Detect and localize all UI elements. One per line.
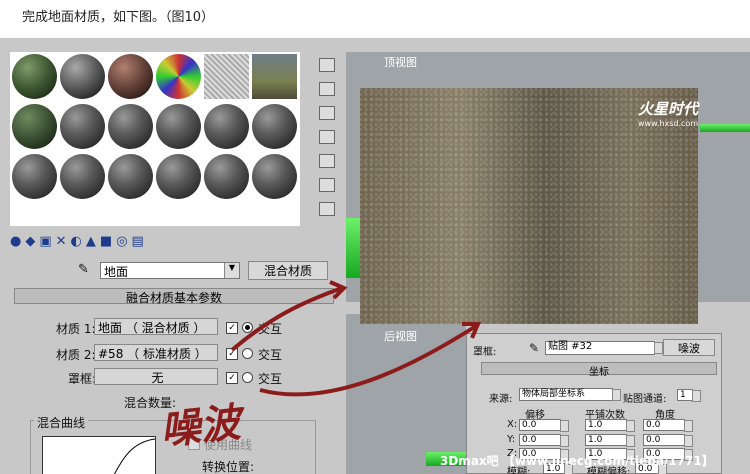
annotation-arrows — [230, 280, 482, 397]
screenshot: ●◆▣✕◐▲■◎▤ ✎ 地面 ▼ 混合材质 融合材质基本参数 材质 1: 地面 … — [0, 38, 750, 474]
watermark: 3Dmax吧 【www.linecg.com/tieba/1771】 — [440, 454, 714, 468]
page-caption: 完成地面材质，如下图。（图10） — [22, 10, 215, 25]
